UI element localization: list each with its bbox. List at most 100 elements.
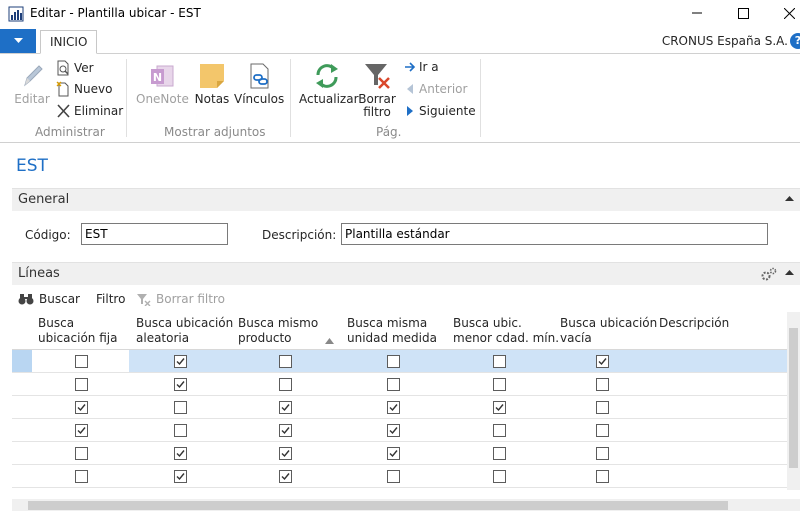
checkbox-ubicacion-vacia[interactable]	[596, 355, 609, 368]
scroll-thumb[interactable]	[28, 501, 728, 510]
onenote-button[interactable]: N OneNote	[136, 61, 189, 106]
checkbox-ubicacion-aleatoria[interactable]	[174, 424, 187, 437]
vertical-scrollbar[interactable]	[787, 312, 800, 490]
company-name[interactable]: CRONUS España S.A.	[662, 34, 788, 48]
checkbox-mismo-producto[interactable]	[279, 424, 292, 437]
notas-button[interactable]: Notas	[194, 61, 230, 106]
tab-inicio[interactable]: INICIO	[40, 30, 98, 54]
checkmark-icon	[77, 404, 86, 412]
checkbox-ubicacion-fija[interactable]	[75, 378, 88, 391]
row-selector[interactable]	[12, 350, 32, 372]
col-header-menor-cdad[interactable]: Busca ubic. menor cdad. mín.	[453, 316, 559, 346]
close-button[interactable]	[766, 2, 800, 24]
checkmark-icon	[176, 473, 185, 481]
col-header-descripcion[interactable]: Descripción	[659, 316, 729, 331]
checkbox-mismo-producto[interactable]	[279, 355, 292, 368]
checkbox-mismo-producto[interactable]	[279, 447, 292, 460]
checkbox-ubicacion-fija[interactable]	[75, 401, 88, 414]
checkbox-ubicacion-fija[interactable]	[75, 355, 88, 368]
row-selector[interactable]	[12, 442, 32, 464]
file-menu-button[interactable]	[0, 29, 36, 53]
eliminar-button[interactable]: Eliminar	[56, 101, 123, 121]
codigo-field[interactable]	[81, 223, 228, 245]
chevron-up-icon[interactable]	[785, 195, 794, 201]
siguiente-button[interactable]: Siguiente	[404, 101, 476, 121]
table-row[interactable]	[12, 350, 787, 373]
checkbox-misma-unidad[interactable]	[387, 355, 400, 368]
checkbox-ubicacion-aleatoria[interactable]	[174, 447, 187, 460]
checkmark-icon	[389, 427, 398, 435]
checkbox-menor-cdad[interactable]	[493, 401, 506, 414]
codigo-label: Código:	[25, 228, 71, 242]
checkbox-ubicacion-vacia[interactable]	[596, 401, 609, 414]
actualizar-button[interactable]: Actualizar	[299, 61, 359, 106]
checkbox-menor-cdad[interactable]	[493, 424, 506, 437]
checkbox-ubicacion-vacia[interactable]	[596, 470, 609, 483]
checkbox-misma-unidad[interactable]	[387, 447, 400, 460]
checkbox-ubicacion-aleatoria[interactable]	[174, 355, 187, 368]
checkbox-misma-unidad[interactable]	[387, 424, 400, 437]
app-chart-icon	[8, 6, 24, 22]
checkbox-ubicacion-vacia[interactable]	[596, 447, 609, 460]
checkbox-ubicacion-aleatoria[interactable]	[174, 378, 187, 391]
col-header-ubicacion-aleatoria[interactable]: Busca ubicación aleatoria	[136, 316, 233, 346]
table-row[interactable]	[12, 465, 787, 488]
general-section-header[interactable]: General	[12, 188, 800, 211]
checkbox-mismo-producto[interactable]	[279, 378, 292, 391]
ir-a-button[interactable]: Ir a	[404, 57, 439, 77]
checkbox-mismo-producto[interactable]	[279, 401, 292, 414]
checkbox-misma-unidad[interactable]	[387, 378, 400, 391]
col-header-mismo-producto[interactable]: Busca mismo producto	[238, 316, 318, 346]
nuevo-button[interactable]: Nuevo	[56, 79, 112, 99]
chevron-up-icon[interactable]	[785, 269, 794, 275]
checkbox-menor-cdad[interactable]	[493, 355, 506, 368]
row-selector[interactable]	[12, 419, 32, 441]
col-header-misma-unidad[interactable]: Busca misma unidad medida	[347, 316, 437, 346]
checkbox-ubicacion-aleatoria[interactable]	[174, 401, 187, 414]
checkbox-ubicacion-aleatoria[interactable]	[174, 470, 187, 483]
vinculos-button[interactable]: Vínculos	[234, 61, 284, 106]
binoculars-icon	[18, 294, 34, 305]
filtro-button[interactable]: Filtro	[96, 292, 125, 306]
row-selector[interactable]	[12, 465, 32, 487]
maximize-button[interactable]	[720, 2, 766, 24]
table-row[interactable]	[12, 442, 787, 465]
checkbox-ubicacion-vacia[interactable]	[596, 378, 609, 391]
checkbox-misma-unidad[interactable]	[387, 470, 400, 483]
checkbox-menor-cdad[interactable]	[493, 378, 506, 391]
gear-icon[interactable]	[760, 266, 778, 282]
anterior-button[interactable]: Anterior	[404, 79, 467, 99]
editar-button[interactable]: Editar	[14, 61, 50, 106]
borrar-filtro-lineas-button[interactable]: Borrar filtro	[136, 292, 225, 306]
clear-filter-icon	[365, 64, 390, 89]
ribbon: Editar Ver Nuevo Eliminar Administrar N …	[0, 55, 800, 143]
ribbon-separator	[290, 59, 291, 137]
checkbox-ubicacion-fija[interactable]	[75, 447, 88, 460]
minimize-button[interactable]	[674, 2, 720, 24]
checkbox-ubicacion-vacia[interactable]	[596, 424, 609, 437]
new-document-icon	[56, 81, 69, 97]
sort-ascending-icon	[325, 338, 334, 344]
row-selector[interactable]	[12, 373, 32, 395]
col-header-ubicacion-vacia[interactable]: Busca ubicación vacía	[560, 316, 657, 346]
checkmark-icon	[77, 427, 86, 435]
checkbox-menor-cdad[interactable]	[493, 470, 506, 483]
scroll-thumb[interactable]	[789, 328, 798, 468]
descripcion-field[interactable]	[341, 223, 768, 245]
row-selector[interactable]	[12, 396, 32, 418]
checkbox-ubicacion-fija[interactable]	[75, 470, 88, 483]
col-header-ubicacion-fija[interactable]: Busca ubicación fija	[38, 316, 117, 346]
checkbox-mismo-producto[interactable]	[279, 470, 292, 483]
checkbox-misma-unidad[interactable]	[387, 401, 400, 414]
table-row[interactable]	[12, 373, 787, 396]
lineas-section-header[interactable]: Líneas	[12, 262, 800, 285]
buscar-button[interactable]: Buscar	[18, 292, 80, 306]
checkbox-ubicacion-fija[interactable]	[75, 424, 88, 437]
ver-button[interactable]: Ver	[56, 58, 94, 78]
checkbox-menor-cdad[interactable]	[493, 447, 506, 460]
table-row[interactable]	[12, 419, 787, 442]
horizontal-scrollbar[interactable]	[12, 499, 800, 511]
help-icon[interactable]: ?	[790, 33, 800, 49]
table-row[interactable]	[12, 396, 787, 419]
borrar-filtro-button[interactable]: Borrar filtro	[357, 61, 397, 119]
